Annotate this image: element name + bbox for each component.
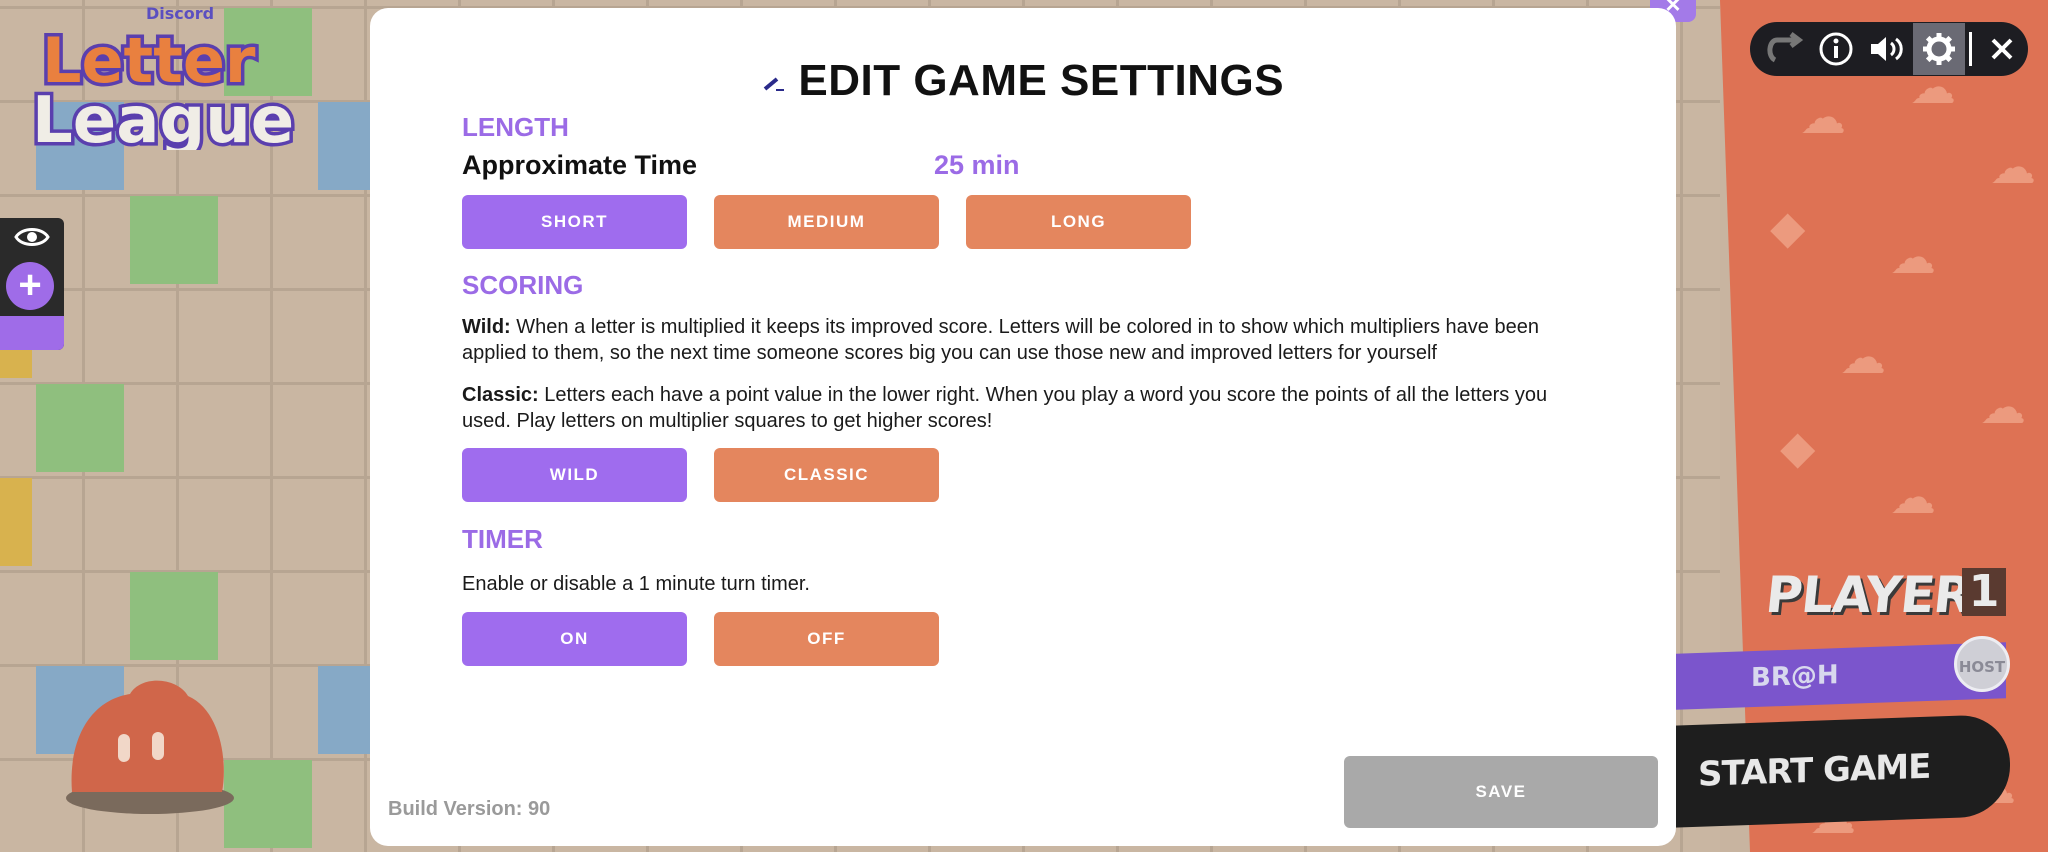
pattern-icon: ◆: [1780, 420, 1816, 474]
wild-description: Wild: When a letter is multiplied it kee…: [462, 314, 1572, 366]
pattern-icon: ☁: [1840, 330, 1886, 384]
length-short-button[interactable]: SHORT: [462, 195, 687, 249]
settings-button[interactable]: [1913, 23, 1966, 75]
scoring-heading: SCORING: [462, 270, 584, 300]
volume-button[interactable]: [1862, 23, 1914, 75]
pencil-icon: [763, 77, 784, 91]
modal-header: EDIT GAME SETTINGS: [370, 56, 1676, 106]
exit-button[interactable]: [1976, 23, 2028, 75]
game-logo: Discord Letter League: [14, 0, 354, 150]
save-button[interactable]: SAVE: [1344, 756, 1658, 828]
start-game-label: START GAME: [1698, 746, 1931, 795]
timer-heading: TIMER: [462, 524, 543, 554]
logo-line2: League: [32, 84, 294, 150]
letter-league-logo: Letter League: [29, 21, 298, 151]
pattern-icon: ☁: [1990, 140, 2036, 194]
wild-term: Wild:: [462, 316, 511, 338]
volume-icon: [1871, 37, 1904, 61]
view-toggle-button[interactable]: [0, 218, 64, 256]
board-tile: [0, 478, 32, 566]
pattern-icon: ☁: [1800, 90, 1846, 144]
mascot-character: [66, 680, 234, 814]
classic-description: Classic: Letters each have a point value…: [462, 382, 1572, 434]
timer-description: Enable or disable a 1 minute turn timer.: [462, 573, 810, 595]
close-icon: [1991, 38, 2013, 60]
board-tile: [36, 384, 124, 472]
info-button[interactable]: [1810, 23, 1862, 75]
player-name: BR@H: [1751, 660, 1839, 694]
reset-button[interactable]: [1758, 23, 1810, 75]
pattern-icon: ◆: [1770, 200, 1806, 254]
settings-icon: [1923, 33, 1956, 65]
approximate-time-label: Approximate Time: [462, 150, 698, 180]
timer-on-button[interactable]: ON: [462, 612, 687, 666]
top-toolbar: [1750, 22, 2028, 76]
board-tile: [130, 572, 218, 660]
approximate-time-value: 25 min: [934, 150, 1020, 180]
settings-modal: EDIT GAME SETTINGS LENGTH Approximate Ti…: [370, 8, 1676, 846]
pattern-icon: ☁: [1890, 230, 1936, 284]
scoring-classic-button[interactable]: CLASSIC: [714, 448, 939, 502]
add-button[interactable]: +: [6, 262, 54, 310]
start-game-button[interactable]: START GAME: [1660, 713, 2010, 829]
timer-off-button[interactable]: OFF: [714, 612, 939, 666]
wild-text: When a letter is multiplied it keeps its…: [462, 316, 1539, 364]
board-tile: [130, 196, 218, 284]
modal-title: EDIT GAME SETTINGS: [798, 56, 1285, 105]
scoring-wild-button[interactable]: WILD: [462, 448, 687, 502]
length-medium-button[interactable]: MEDIUM: [714, 195, 939, 249]
plus-icon: +: [18, 263, 42, 307]
players-count: 1: [1962, 568, 2006, 616]
left-toolbar: +: [0, 218, 64, 350]
reset-icon: [1767, 32, 1804, 63]
info-icon: [1819, 32, 1853, 66]
eye-icon: [14, 228, 50, 246]
host-badge: HOST: [1954, 636, 2010, 692]
length-long-button[interactable]: LONG: [966, 195, 1191, 249]
classic-text: Letters each have a point value in the l…: [462, 384, 1548, 432]
build-version: Build Version: 90: [388, 798, 551, 820]
toolbar-divider: [1969, 32, 1973, 66]
length-heading: LENGTH: [462, 112, 569, 142]
pattern-icon: ☁: [1890, 470, 1936, 524]
classic-term: Classic:: [462, 384, 539, 406]
tool-strip: [0, 316, 64, 350]
pattern-icon: ☁: [1980, 380, 2026, 434]
